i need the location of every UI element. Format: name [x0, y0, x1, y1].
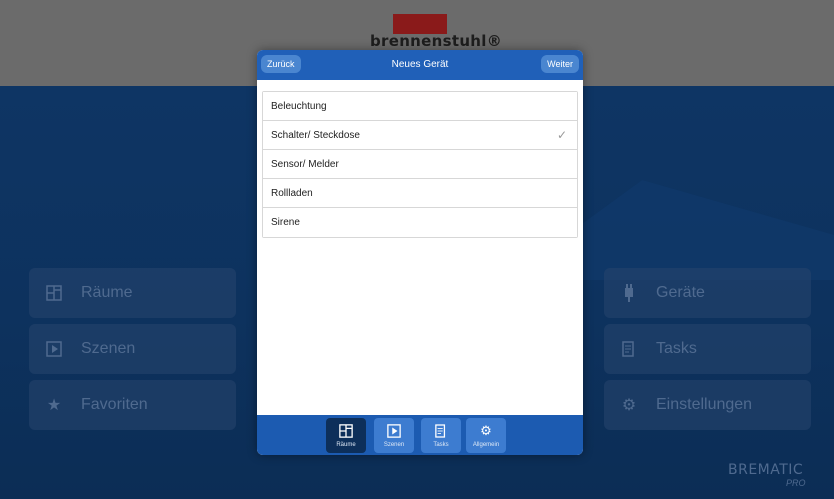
- list-item-label: Sensor/ Melder: [271, 158, 339, 170]
- list-item-label: Beleuchtung: [271, 100, 327, 112]
- play-icon: [386, 423, 402, 439]
- list-item-schalter-steckdose[interactable]: Schalter/ Steckdose ✓: [263, 121, 577, 150]
- tab-bar: Räume Szenen Tasks ⚙ Allgemein: [257, 415, 583, 455]
- tab-szenen[interactable]: Szenen: [374, 418, 414, 453]
- tasks-icon: [620, 340, 638, 358]
- tile-geraete[interactable]: Geräte: [604, 268, 811, 318]
- list-item-label: Schalter/ Steckdose: [271, 129, 360, 141]
- rooms-icon: [338, 423, 354, 439]
- plug-icon: [620, 284, 638, 302]
- tab-allgemein[interactable]: ⚙ Allgemein: [466, 418, 506, 453]
- tab-tasks[interactable]: Tasks: [421, 418, 461, 453]
- dialog-title: Neues Gerät: [391, 59, 449, 70]
- gears-icon: ⚙: [621, 397, 637, 414]
- list-item-beleuchtung[interactable]: Beleuchtung: [263, 92, 577, 121]
- checkmark-icon: ✓: [556, 128, 567, 142]
- tile-label: Szenen: [81, 340, 136, 357]
- list-item-sirene[interactable]: Sirene: [263, 208, 577, 237]
- new-device-dialog: Zurück Neues Gerät Weiter Beleuchtung Sc…: [257, 50, 583, 455]
- brematic-logo-sub: PRO: [786, 478, 806, 488]
- tab-label: Tasks: [433, 442, 449, 448]
- brand-logo-text: brennenstuhl®: [370, 32, 503, 50]
- gears-icon: ⚙: [480, 423, 492, 438]
- tile-label: Räume: [81, 284, 133, 301]
- tile-szenen[interactable]: Szenen: [29, 324, 236, 374]
- tab-label: Szenen: [383, 442, 405, 448]
- tile-label: Favoriten: [81, 396, 148, 413]
- brand-logo-box: [393, 14, 447, 34]
- tile-favoriten[interactable]: ★ Favoriten: [29, 380, 236, 430]
- tile-raeume[interactable]: Räume: [29, 268, 236, 318]
- tab-raeume[interactable]: Räume: [326, 418, 366, 453]
- brematic-logo: BREMATIC: [728, 462, 804, 478]
- list-item-label: Sirene: [271, 217, 300, 228]
- list-item-sensor-melder[interactable]: Sensor/ Melder: [263, 150, 577, 179]
- tile-label: Geräte: [656, 284, 705, 301]
- tab-label: Allgemein: [472, 442, 500, 448]
- tab-label: Räume: [336, 442, 356, 448]
- dialog-header: Zurück Neues Gerät Weiter: [257, 50, 583, 80]
- tile-einstellungen[interactable]: ⚙ Einstellungen: [604, 380, 811, 430]
- list-item-label: Rollladen: [271, 187, 313, 199]
- tile-label: Tasks: [656, 340, 697, 357]
- star-icon: ★: [46, 397, 62, 414]
- list-item-rollladen[interactable]: Rollladen: [263, 179, 577, 208]
- next-button[interactable]: Weiter: [541, 55, 579, 73]
- play-icon: [45, 340, 63, 358]
- rooms-icon: [45, 284, 63, 302]
- tasks-icon: [433, 423, 449, 439]
- device-type-list: Beleuchtung Schalter/ Steckdose ✓ Sensor…: [262, 91, 578, 238]
- tile-label: Einstellungen: [656, 396, 753, 413]
- tile-tasks[interactable]: Tasks: [604, 324, 811, 374]
